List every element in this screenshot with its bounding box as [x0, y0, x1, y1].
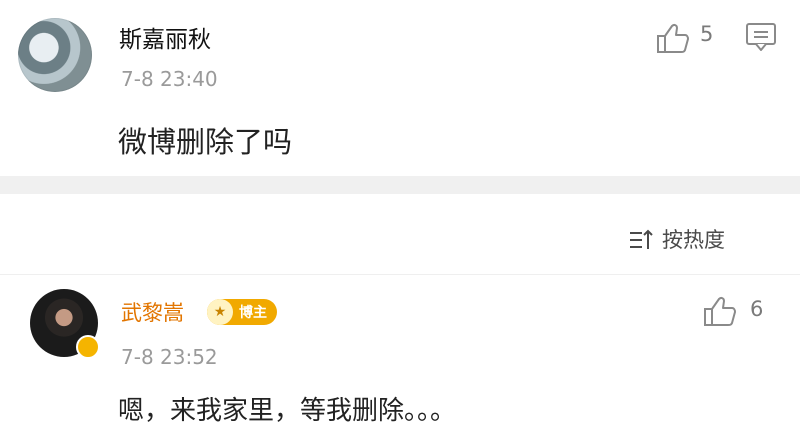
like-count: 6 [750, 297, 764, 321]
comment-timestamp: 7-8 23:40 [121, 67, 218, 91]
like-count: 5 [700, 22, 714, 46]
comment-timestamp: 7-8 23:52 [121, 345, 218, 369]
avatar[interactable] [18, 18, 92, 92]
comment-author-name[interactable]: 武黎嵩 [121, 297, 184, 327]
author-badge: ★ 博主 [207, 299, 277, 325]
comment-author-name[interactable]: 斯嘉丽秋 [119, 20, 211, 54]
comment-icon[interactable] [744, 21, 778, 53]
avatar[interactable] [30, 289, 100, 359]
sort-icon[interactable] [628, 228, 656, 252]
sort-by-heat-button[interactable]: 按热度 [662, 224, 725, 254]
verified-badge-icon [76, 335, 100, 359]
section-divider [0, 176, 800, 194]
badge-label: 博主 [239, 305, 267, 321]
thumbs-up-icon[interactable] [656, 22, 690, 54]
comment-text: 嗯，来我家里，等我删除。。。 [118, 396, 457, 426]
comment-text: 微博删除了吗 [118, 125, 293, 159]
badge-icon: ★ [207, 299, 233, 325]
thumbs-up-icon[interactable] [703, 295, 737, 327]
divider [0, 274, 800, 275]
